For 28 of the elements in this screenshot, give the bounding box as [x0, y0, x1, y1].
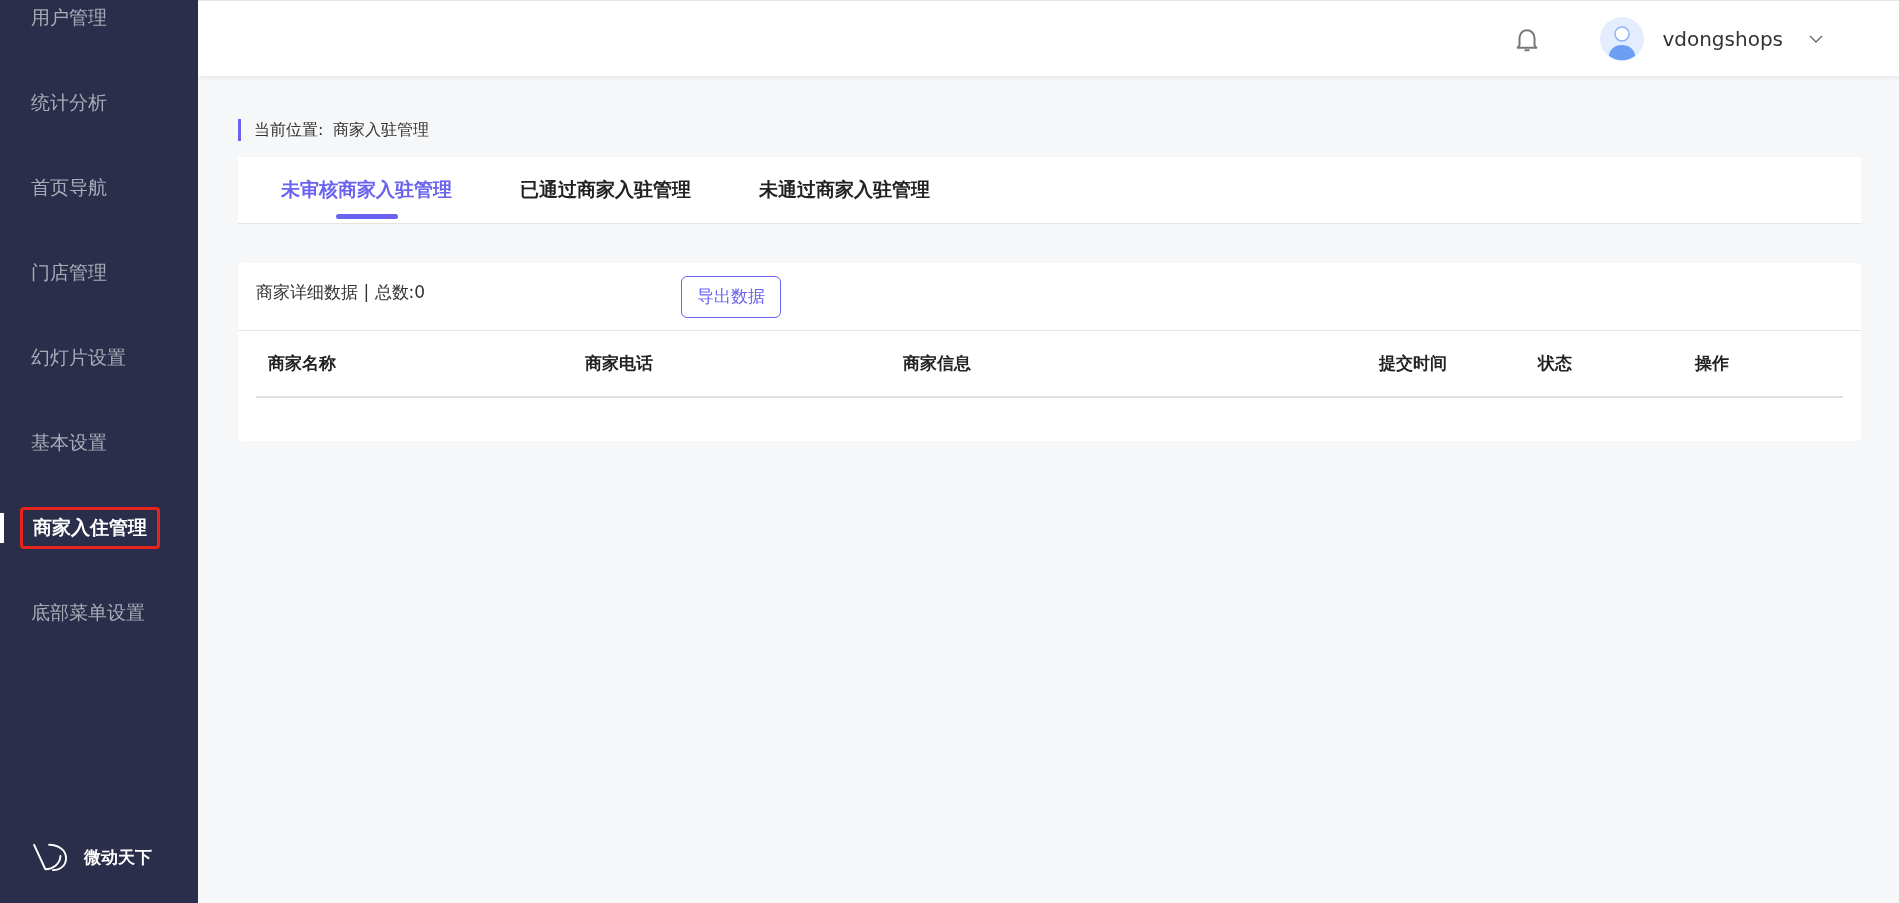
column-header: 商家信息: [903, 352, 972, 375]
column-header: 操作: [1695, 352, 1730, 375]
export-button[interactable]: 导出数据: [681, 275, 781, 318]
sidebar-item[interactable]: 用户管理: [31, 4, 107, 31]
sidebar-item[interactable]: 幻灯片设置: [31, 344, 126, 371]
sidebar-item[interactable]: 统计分析: [31, 89, 107, 116]
sidebar-item[interactable]: 门店管理: [31, 259, 107, 286]
logo-icon: [32, 841, 70, 873]
column-header: 商家名称: [268, 352, 337, 375]
sidebar-item[interactable]: 底部菜单设置: [31, 599, 145, 626]
sidebar-item[interactable]: 商家入住管理: [20, 506, 160, 549]
tab-underline: [335, 214, 398, 219]
tab[interactable]: 已通过商家入驻管理: [520, 177, 691, 203]
breadcrumb-label: 当前位置:: [254, 119, 324, 141]
summary-text: 商家详细数据 | 总数:0: [256, 281, 427, 304]
column-header: 状态: [1538, 352, 1573, 375]
tab[interactable]: 未审核商家入驻管理: [281, 177, 452, 203]
accent-bar: [238, 119, 241, 141]
avatar-icon[interactable]: [1600, 16, 1645, 61]
column-header: 商家电话: [585, 352, 654, 375]
sidebar-item[interactable]: 首页导航: [31, 174, 107, 201]
tab[interactable]: 未通过商家入驻管理: [759, 177, 930, 203]
caret-icon[interactable]: [1809, 34, 1823, 43]
brand-name: 微动天下: [84, 845, 152, 869]
username[interactable]: vdongshops: [1662, 26, 1783, 51]
column-header: 提交时间: [1379, 352, 1448, 375]
sidebar-item[interactable]: 基本设置: [31, 429, 107, 456]
breadcrumb-current: 商家入驻管理: [333, 119, 430, 141]
